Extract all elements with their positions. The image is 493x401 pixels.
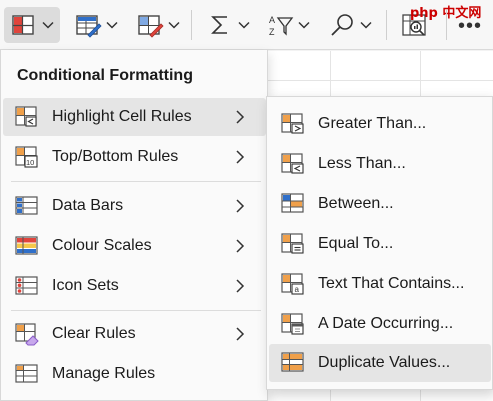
chevron-right-icon: [236, 110, 245, 124]
menu-item-label: Icon Sets: [52, 277, 119, 294]
duplicate-values-icon: [281, 352, 304, 372]
chevron-down-icon: [238, 21, 250, 29]
svg-text:a: a: [295, 285, 300, 294]
top-bottom-icon: 10: [15, 146, 38, 168]
chevron-down-icon: [168, 21, 180, 29]
menu-item-label: Manage Rules: [52, 365, 156, 382]
sort-filter-button[interactable]: A Z: [260, 7, 314, 43]
menu-item-colour-scales[interactable]: Colour Scales: [3, 227, 266, 265]
menu-item-label: Clear Rules: [52, 325, 136, 342]
submenu-item-duplicate-values[interactable]: Duplicate Values...: [269, 344, 491, 382]
autosum-button[interactable]: [200, 7, 254, 43]
cell-styles-icon: [138, 15, 164, 38]
more-options-icon[interactable]: •••: [458, 15, 482, 38]
chevron-down-icon: [298, 21, 310, 29]
submenu-item-label: Duplicate Values...: [318, 354, 451, 371]
text-contains-icon: a: [281, 273, 304, 295]
greater-than-icon: [281, 113, 304, 134]
menu-item-label: Data Bars: [52, 197, 124, 214]
chevron-down-icon: [360, 21, 372, 29]
date-occurring-icon: [281, 313, 304, 335]
data-bars-icon: [15, 196, 38, 215]
submenu-item-label: Less Than...: [318, 155, 406, 172]
submenu-item-greater-than[interactable]: Greater Than...: [269, 105, 491, 143]
submenu-item-label: Greater Than...: [318, 115, 427, 132]
find-select-icon: [331, 14, 353, 36]
submenu-item-date-occurring[interactable]: A Date Occurring...: [269, 305, 491, 343]
svg-text:10: 10: [26, 158, 34, 167]
highlight-cells-icon: [15, 106, 37, 127]
conditional-formatting-menu: Conditional Formatting Highlight Cell Ru…: [0, 50, 268, 401]
chevron-down-icon: [42, 21, 54, 29]
submenu-item-label: Equal To...: [318, 235, 394, 252]
menu-separator: [11, 310, 261, 311]
icon-sets-icon: [15, 276, 38, 295]
conditional-formatting-button[interactable]: [4, 7, 60, 43]
submenu-item-label: Between...: [318, 195, 394, 212]
conditional-formatting-icon: [12, 15, 34, 35]
cell-styles-button[interactable]: [130, 7, 184, 43]
colour-scales-icon: [15, 236, 38, 255]
submenu-item-between[interactable]: Between...: [269, 185, 491, 223]
chevron-right-icon: [236, 150, 245, 164]
submenu-item-equal-to[interactable]: Equal To...: [269, 225, 491, 263]
between-icon: [281, 193, 304, 213]
chevron-down-icon: [106, 21, 118, 29]
sort-filter-icon: A Z: [269, 15, 294, 37]
menu-item-label: Top/Bottom Rules: [52, 148, 179, 165]
autosum-sigma-icon: [211, 16, 227, 34]
toolbar-divider: [446, 10, 447, 40]
svg-text:A: A: [269, 15, 275, 25]
submenu-item-less-than[interactable]: Less Than...: [269, 145, 491, 183]
submenu-item-label: Text That Contains...: [318, 275, 465, 292]
svg-text:Z: Z: [269, 27, 275, 37]
menu-item-top-bottom-rules[interactable]: 10 Top/Bottom Rules: [3, 138, 266, 176]
chevron-right-icon: [236, 199, 245, 213]
highlight-cell-rules-submenu: Greater Than... Less Than... Between...: [266, 96, 493, 390]
menu-separator: [11, 181, 261, 182]
chevron-right-icon: [236, 239, 245, 253]
less-than-icon: [281, 153, 304, 174]
grid-line: [268, 80, 493, 81]
submenu-item-label: A Date Occurring...: [318, 315, 454, 332]
find-select-button[interactable]: [322, 7, 378, 43]
toolbar-divider: [191, 10, 192, 40]
manage-rules-icon: [15, 364, 38, 383]
menu-title: Conditional Formatting: [17, 67, 193, 84]
chevron-right-icon: [236, 327, 245, 341]
menu-item-icon-sets[interactable]: Icon Sets: [3, 267, 266, 305]
menu-item-label: Highlight Cell Rules: [52, 108, 192, 125]
format-as-table-icon: [76, 15, 102, 38]
menu-item-highlight-cell-rules[interactable]: Highlight Cell Rules: [3, 98, 266, 136]
equal-to-icon: [281, 233, 304, 254]
submenu-item-text-contains[interactable]: a Text That Contains...: [269, 265, 491, 303]
menu-item-data-bars[interactable]: Data Bars: [3, 187, 266, 225]
toolbar-divider: [386, 10, 387, 40]
chevron-right-icon: [236, 279, 245, 293]
ribbon-toolbar: A Z php 中文网 •••: [0, 0, 493, 50]
menu-item-label: Colour Scales: [52, 237, 152, 254]
menu-item-clear-rules[interactable]: Clear Rules: [3, 315, 266, 353]
clear-rules-icon: [15, 323, 39, 346]
format-as-table-button[interactable]: [68, 7, 122, 43]
menu-item-manage-rules[interactable]: Manage Rules: [3, 355, 266, 393]
